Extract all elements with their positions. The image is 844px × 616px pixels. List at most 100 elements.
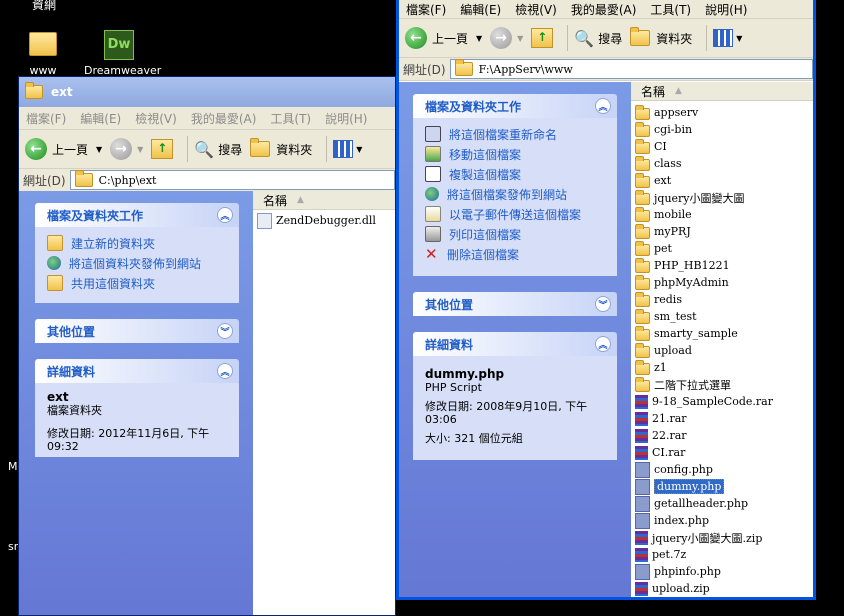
file-name: phpMyAdmin (654, 276, 729, 289)
file-name: CI (654, 140, 667, 153)
up-folder-button[interactable]: ↑ (151, 139, 174, 159)
task-email-file[interactable]: 以電子郵件傳送這個檔案 (425, 204, 605, 224)
dropdown-arrow-icon[interactable]: ▼ (476, 34, 482, 43)
file-row[interactable]: smarty_sample (631, 325, 813, 342)
menu-edit[interactable]: 編輯(E) (73, 110, 128, 127)
file-row[interactable]: myPRJ (631, 223, 813, 240)
panel-header[interactable]: 檔案及資料夾工作 ︽ (35, 203, 239, 227)
file-name: jquery小圖變大圖.zip (652, 531, 763, 545)
forward-button[interactable]: → ▼ (110, 138, 143, 160)
file-row[interactable]: getallheader.php (631, 495, 813, 512)
column-header-name[interactable]: 名稱 ▲ (253, 191, 395, 210)
task-new-folder[interactable]: 建立新的資料夾 (47, 233, 227, 253)
menu-view[interactable]: 檢視(V) (508, 1, 564, 18)
share-folder-icon (47, 275, 63, 291)
menu-help[interactable]: 說明(H) (318, 110, 374, 127)
file-row[interactable]: config.php (631, 461, 813, 478)
file-list[interactable]: 名稱 ▲ appserv cgi-bin CI class ext jquery小圖變大圖 m… (631, 82, 813, 597)
panel-header[interactable]: 詳細資料 ︽ (413, 332, 617, 356)
dropdown-arrow-icon[interactable]: ▼ (736, 34, 742, 43)
folders-button[interactable]: 資料夾 (630, 27, 692, 47)
menu-favorites[interactable]: 我的最愛(A) (184, 110, 264, 127)
panel-header[interactable]: 檔案及資料夾工作 ︽ (413, 94, 617, 118)
dropdown-arrow-icon[interactable]: ▼ (517, 34, 523, 43)
search-button[interactable]: 🔍 搜尋 (194, 140, 242, 159)
file-row[interactable]: 二階下拉式選單 (631, 376, 813, 393)
file-row[interactable]: sm_test (631, 308, 813, 325)
menu-help[interactable]: 說明(H) (698, 1, 754, 18)
task-publish-file[interactable]: 將這個檔案發佈到網站 (425, 184, 605, 204)
folders-label: 資料夾 (276, 142, 313, 157)
task-rename-file[interactable]: 將這個檔案重新命名 (425, 124, 605, 144)
menu-view[interactable]: 檢視(V) (128, 110, 184, 127)
file-row[interactable]: index.php (631, 512, 813, 529)
task-share-folder[interactable]: 共用這個資料夾 (47, 273, 227, 293)
file-row[interactable]: z1 (631, 359, 813, 376)
dropdown-arrow-icon[interactable]: ▼ (96, 145, 102, 154)
file-row[interactable]: mobile (631, 206, 813, 223)
explorer-window-ext[interactable]: ext 檔案(F) 編輯(E) 檢視(V) 我的最愛(A) 工具(T) 說明(H… (18, 76, 396, 616)
back-button[interactable]: ← 上一頁 ▼ (405, 27, 482, 49)
dropdown-arrow-icon[interactable]: ▼ (356, 145, 362, 154)
other-places-panel: 其他位置 ︾ (413, 292, 617, 316)
file-row[interactable]: appserv (631, 104, 813, 121)
panel-header[interactable]: 其他位置 ︾ (35, 319, 239, 343)
folder-icon (454, 59, 473, 76)
views-button[interactable]: ▼ (713, 29, 742, 47)
panel-header[interactable]: 詳細資料 ︽ (35, 359, 239, 383)
menu-edit[interactable]: 編輯(E) (453, 1, 508, 18)
task-print-file[interactable]: 列印這個檔案 (425, 224, 605, 244)
address-input[interactable]: C:\php\ext (69, 170, 395, 190)
file-row[interactable]: ZendDebugger.dll (253, 212, 395, 229)
file-row[interactable]: phpMyAdmin (631, 274, 813, 291)
expand-icon[interactable]: ︾ (217, 323, 233, 339)
collapse-icon[interactable]: ︽ (217, 207, 233, 223)
file-row[interactable]: ext (631, 172, 813, 189)
views-button[interactable]: ▼ (333, 140, 362, 158)
file-row[interactable]: 22.rar (631, 427, 813, 444)
menu-tools[interactable]: 工具(T) (643, 1, 698, 18)
file-row[interactable]: pet.7z (631, 546, 813, 563)
file-row[interactable]: upload (631, 342, 813, 359)
task-delete-file[interactable]: ✕ 刪除這個檔案 (425, 244, 605, 264)
file-row[interactable]: redis (631, 291, 813, 308)
desktop-icon-www[interactable]: www (8, 32, 78, 77)
file-row[interactable]: phpinfo.php (631, 563, 813, 580)
up-folder-button[interactable]: ↑ (531, 28, 554, 48)
expand-icon[interactable]: ︾ (595, 296, 611, 312)
title-bar[interactable]: ext (19, 77, 395, 107)
search-button[interactable]: 🔍 搜尋 (574, 29, 622, 48)
file-list[interactable]: 名稱 ▲ ZendDebugger.dll (253, 191, 395, 615)
address-input[interactable]: F:\AppServ\www (449, 59, 813, 79)
task-move-file[interactable]: 移動這個檔案 (425, 144, 605, 164)
task-copy-file[interactable]: 複製這個檔案 (425, 164, 605, 184)
file-row[interactable]: pet (631, 240, 813, 257)
folders-button[interactable]: 資料夾 (250, 138, 313, 158)
dropdown-arrow-icon[interactable]: ▼ (137, 145, 143, 154)
file-row[interactable]: 21.rar (631, 410, 813, 427)
collapse-icon[interactable]: ︽ (595, 336, 611, 352)
menu-favorites[interactable]: 我的最愛(A) (564, 1, 644, 18)
file-row[interactable]: cgi-bin (631, 121, 813, 138)
task-publish-folder[interactable]: 將這個資料夾發佈到網站 (47, 253, 227, 273)
menu-tools[interactable]: 工具(T) (263, 110, 318, 127)
file-row[interactable]: class (631, 155, 813, 172)
file-row[interactable]: jquery小圖變大圖.zip (631, 529, 813, 546)
panel-header[interactable]: 其他位置 ︾ (413, 292, 617, 316)
file-row[interactable]: CI (631, 138, 813, 155)
menu-file[interactable]: 檔案(F) (399, 1, 453, 18)
forward-button[interactable]: → ▼ (490, 27, 523, 49)
file-row[interactable]: jquery小圖變大圖 (631, 189, 813, 206)
back-button[interactable]: ← 上一頁 ▼ (25, 138, 102, 160)
collapse-icon[interactable]: ︽ (595, 98, 611, 114)
collapse-icon[interactable]: ︽ (217, 363, 233, 379)
explorer-window-www[interactable]: 檔案(F) 編輯(E) 檢視(V) 我的最愛(A) 工具(T) 說明(H) ← 上… (396, 0, 816, 600)
file-row[interactable]: PHP_HB1221 (631, 257, 813, 274)
file-row[interactable]: CI.rar (631, 444, 813, 461)
menu-file[interactable]: 檔案(F) (19, 110, 73, 127)
file-row[interactable]: dummy.php (631, 478, 813, 495)
file-row[interactable]: upload.zip (631, 580, 813, 597)
column-header-name[interactable]: 名稱 ▲ (631, 82, 813, 101)
file-row[interactable]: 9-18_SampleCode.rar (631, 393, 813, 410)
desktop-icon-dreamweaver[interactable]: Dw Dreamweaver (84, 30, 161, 77)
